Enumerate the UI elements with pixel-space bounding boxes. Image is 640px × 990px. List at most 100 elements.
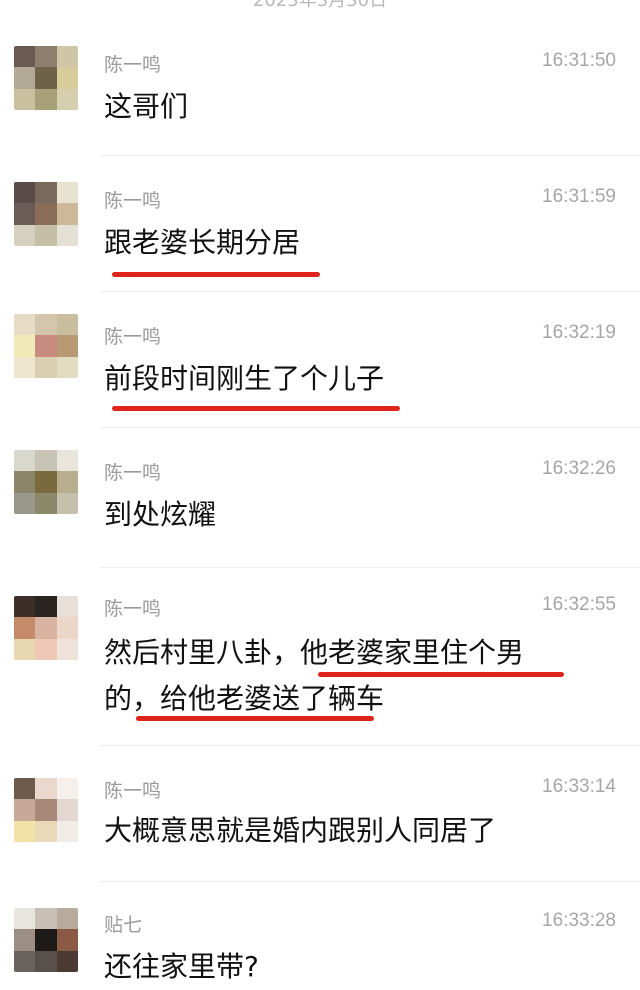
sender-name: 贴七 — [104, 914, 143, 936]
avatar[interactable] — [14, 182, 78, 246]
avatar-pixel — [56, 67, 78, 89]
date-label: 2023年3月30日 — [252, 0, 388, 11]
avatar[interactable] — [14, 46, 78, 110]
avatar-pixel — [56, 778, 78, 800]
avatar-pixel — [35, 88, 57, 110]
avatar-pixel — [14, 929, 36, 951]
avatar-pixel — [14, 356, 36, 378]
sender-name: 陈一鸣 — [104, 598, 162, 620]
avatar-pixel — [56, 799, 78, 821]
avatar-pixel — [56, 492, 78, 514]
avatar-pixel — [56, 596, 78, 618]
message-text[interactable]: 到处炫耀 — [104, 492, 584, 538]
avatar-pixel — [14, 617, 36, 639]
avatar-pixel — [35, 46, 57, 68]
message-text[interactable]: 大概意思就是婚内跟别人同居了 — [104, 808, 584, 854]
avatar-pixel — [35, 820, 57, 842]
avatar-pixel — [35, 799, 57, 821]
message-time: 16:32:26 — [542, 458, 616, 479]
avatar-pixel — [14, 67, 36, 89]
sender-name: 陈一鸣 — [104, 780, 162, 802]
avatar[interactable] — [14, 778, 78, 842]
avatar-pixel — [35, 471, 57, 493]
underline-highlight — [136, 716, 374, 721]
avatar-pixel — [35, 182, 57, 204]
avatar-pixel — [14, 203, 36, 225]
sender-name: 陈一鸣 — [104, 190, 162, 212]
message-text[interactable]: 跟老婆长期分居 — [104, 220, 584, 266]
message-item: 陈一鸣 16:33:14 大概意思就是婚内跟别人同居了 — [0, 746, 640, 882]
avatar-pixel — [14, 596, 36, 618]
avatar-pixel — [56, 820, 78, 842]
avatar-pixel — [56, 950, 78, 972]
avatar[interactable] — [14, 314, 78, 378]
message-time: 16:33:28 — [542, 910, 616, 931]
avatar-pixel — [14, 88, 36, 110]
message-item: 陈一鸣 16:31:59 跟老婆长期分居 — [0, 156, 640, 292]
avatar-pixel — [56, 450, 78, 472]
avatar-pixel — [14, 638, 36, 660]
avatar-pixel — [35, 617, 57, 639]
avatar-pixel — [56, 182, 78, 204]
avatar-pixel — [14, 182, 36, 204]
message-item: 陈一鸣 16:32:26 到处炫耀 — [0, 428, 640, 568]
avatar-pixel — [35, 314, 57, 336]
message-time: 16:33:14 — [542, 776, 616, 797]
avatar-pixel — [35, 450, 57, 472]
avatar-pixel — [56, 88, 78, 110]
avatar-pixel — [56, 471, 78, 493]
message-text-line[interactable]: 然后村里八卦，他老婆家里住个男 — [104, 630, 584, 676]
avatar[interactable] — [14, 450, 78, 514]
message-item: 陈一鸣 16:32:55 然后村里八卦，他老婆家里住个男 的，给他老婆送了辆车 — [0, 568, 640, 746]
message-text[interactable]: 还往家里带? — [104, 944, 584, 990]
message-time: 16:32:55 — [542, 594, 616, 615]
avatar-pixel — [56, 908, 78, 930]
avatar-pixel — [14, 778, 36, 800]
sender-name: 陈一鸣 — [104, 462, 162, 484]
avatar-pixel — [35, 929, 57, 951]
message-time: 16:31:59 — [542, 186, 616, 207]
message-text[interactable]: 前段时间刚生了个儿子 — [104, 356, 584, 402]
avatar-pixel — [35, 908, 57, 930]
avatar-pixel — [35, 778, 57, 800]
avatar-pixel — [35, 950, 57, 972]
avatar-pixel — [14, 314, 36, 336]
sender-name: 陈一鸣 — [104, 326, 162, 348]
avatar-pixel — [35, 596, 57, 618]
message-item: 贴七 16:33:28 还往家里带? — [0, 882, 640, 988]
sender-name: 陈一鸣 — [104, 54, 162, 76]
date-separator: 2023年3月30日 — [0, 0, 640, 16]
avatar-pixel — [56, 314, 78, 336]
avatar-pixel — [56, 335, 78, 357]
avatar-pixel — [14, 492, 36, 514]
avatar-pixel — [14, 820, 36, 842]
avatar-pixel — [35, 638, 57, 660]
avatar-pixel — [14, 224, 36, 246]
avatar-pixel — [35, 203, 57, 225]
avatar-pixel — [14, 335, 36, 357]
avatar-pixel — [35, 224, 57, 246]
avatar-pixel — [56, 638, 78, 660]
avatar-pixel — [56, 224, 78, 246]
avatar-pixel — [56, 617, 78, 639]
avatar[interactable] — [14, 596, 78, 660]
avatar-pixel — [56, 46, 78, 68]
avatar-pixel — [14, 799, 36, 821]
underline-highlight — [112, 406, 400, 411]
underline-highlight — [112, 272, 320, 277]
avatar-pixel — [56, 929, 78, 951]
avatar-pixel — [56, 203, 78, 225]
avatar-pixel — [14, 950, 36, 972]
message-text[interactable]: 这哥们 — [104, 84, 584, 130]
avatar-pixel — [35, 335, 57, 357]
avatar-pixel — [14, 908, 36, 930]
avatar-pixel — [14, 471, 36, 493]
avatar-pixel — [14, 450, 36, 472]
avatar-pixel — [56, 356, 78, 378]
underline-highlight — [318, 672, 564, 677]
message-item: 陈一鸣 16:32:19 前段时间刚生了个儿子 — [0, 292, 640, 428]
message-item: 陈一鸣 16:31:50 这哥们 — [0, 30, 640, 156]
message-time: 16:31:50 — [542, 50, 616, 71]
avatar[interactable] — [14, 908, 78, 972]
message-time: 16:32:19 — [542, 322, 616, 343]
